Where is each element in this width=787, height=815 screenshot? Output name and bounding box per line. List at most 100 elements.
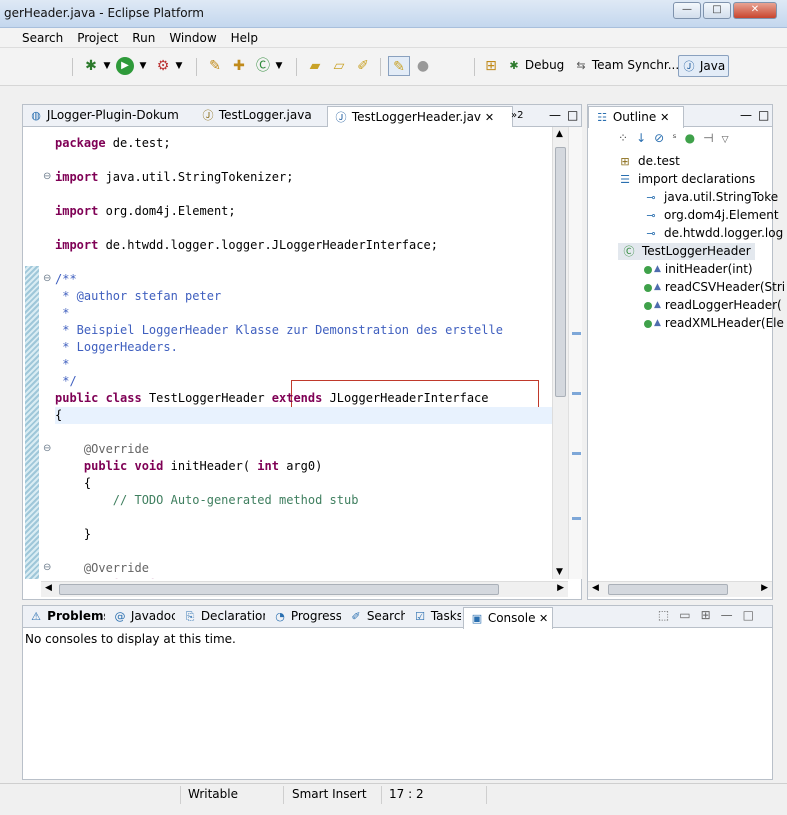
perspective-debug[interactable]: ✱ Debug bbox=[504, 55, 567, 75]
view-menu-icon[interactable]: ▽ bbox=[722, 135, 737, 145]
editor-horizontal-scrollbar[interactable]: ◀ ▶ bbox=[41, 581, 568, 597]
perspective-java[interactable]: Ⓙ Java bbox=[678, 55, 730, 77]
code-line[interactable]: /** bbox=[55, 271, 77, 288]
tab-outline[interactable]: ☷ Outline ✕ bbox=[588, 106, 684, 128]
fold-toggle-icon[interactable]: ⊖ bbox=[43, 273, 51, 284]
code-line[interactable]: import java.util.StringTokenizer; bbox=[55, 169, 293, 186]
maximize-view-icon[interactable]: □ bbox=[743, 608, 764, 622]
perspective-team-sync[interactable]: ⇆ Team Synchr... bbox=[571, 55, 682, 75]
outline-item[interactable]: Ⓒ TestLoggerHeader bbox=[618, 243, 755, 260]
open-folder-icon[interactable]: ▱ bbox=[328, 56, 350, 76]
close-tab-icon[interactable]: ✕ bbox=[660, 111, 669, 124]
new-java-project-icon[interactable]: ✎ bbox=[204, 56, 226, 76]
menu-window[interactable]: Window bbox=[169, 31, 216, 45]
tab-progress[interactable]: ◔ Progress bbox=[267, 606, 341, 628]
external-tools-icon[interactable]: ⚙ bbox=[152, 56, 174, 76]
tab-console[interactable]: ▣ Console ✕ bbox=[463, 607, 553, 629]
tab-problems[interactable]: ⚠ Problems bbox=[23, 606, 105, 628]
minimize-view-icon[interactable]: — bbox=[543, 105, 561, 127]
code-line[interactable]: * bbox=[55, 305, 69, 322]
maximize-button[interactable]: □ bbox=[703, 2, 731, 19]
minimize-view-icon[interactable]: — bbox=[721, 608, 743, 622]
code-line[interactable]: // TODO Auto-generated method stub bbox=[55, 492, 359, 509]
chevron-down-icon[interactable]: ▼ bbox=[102, 56, 112, 76]
code-area[interactable]: package de.test; import java.util.StringT… bbox=[23, 127, 574, 579]
open-type-icon[interactable]: ▰ bbox=[304, 56, 326, 76]
tab-testloggerheader[interactable]: Ⓙ TestLoggerHeader.jav ✕ bbox=[327, 106, 513, 128]
hide-local-types-icon[interactable]: ⊣ bbox=[703, 131, 721, 145]
display-console-icon[interactable]: ▭ bbox=[679, 608, 700, 622]
outline-item[interactable]: ▲ readLoggerHeader( bbox=[644, 297, 782, 314]
chevron-down-icon[interactable]: ▼ bbox=[174, 56, 184, 76]
debug-icon[interactable]: ✱ bbox=[80, 56, 102, 76]
chevron-down-icon[interactable]: ▼ bbox=[274, 56, 284, 76]
hide-nonpublic-icon[interactable]: ● bbox=[685, 131, 703, 145]
new-class-icon[interactable]: Ⓒ bbox=[252, 56, 274, 76]
sort-icon[interactable]: ↓ bbox=[636, 131, 654, 145]
minimize-view-icon[interactable]: — bbox=[734, 105, 752, 127]
code-line[interactable]: @Override bbox=[55, 441, 149, 458]
close-button[interactable]: ✕ bbox=[733, 2, 777, 19]
code-line[interactable]: { bbox=[55, 407, 62, 424]
code-line[interactable]: package de.test; bbox=[55, 135, 171, 152]
outline-item[interactable]: ▲ initHeader(int) bbox=[644, 261, 753, 278]
menu-help[interactable]: Help bbox=[231, 31, 258, 45]
outline-item[interactable]: ⊸ java.util.StringToke bbox=[644, 189, 778, 206]
menu-project[interactable]: Project bbox=[77, 31, 118, 45]
tab-javadoc[interactable]: @ Javadoc bbox=[107, 606, 176, 628]
new-package-icon[interactable]: ✚ bbox=[228, 56, 250, 76]
chevron-down-icon[interactable]: ▼ bbox=[138, 56, 148, 76]
tab-testlogger[interactable]: Ⓙ TestLogger.java bbox=[195, 105, 325, 127]
search-tool-icon[interactable]: ✐ bbox=[352, 56, 374, 76]
open-console-icon[interactable]: ⊞ bbox=[701, 608, 721, 622]
code-line[interactable]: import org.dom4j.Element; bbox=[55, 203, 236, 220]
editor-vertical-scrollbar[interactable]: ▲ ▼ bbox=[552, 127, 568, 579]
maximize-view-icon[interactable]: □ bbox=[752, 105, 770, 127]
code-line[interactable]: * @author stefan peter bbox=[55, 288, 221, 305]
code-line[interactable]: public class TestLoggerHeader extends JL… bbox=[55, 390, 489, 407]
scroll-thumb[interactable] bbox=[608, 584, 728, 595]
outline-horizontal-scrollbar[interactable]: ◀ ▶ bbox=[588, 581, 772, 597]
tab-declaration[interactable]: ⎘ Declaration bbox=[177, 606, 265, 628]
menu-search[interactable]: Search bbox=[22, 31, 63, 45]
minimize-button[interactable]: — bbox=[673, 2, 701, 19]
maximize-view-icon[interactable]: □ bbox=[561, 105, 579, 127]
code-line[interactable]: public void initHeader( int arg0) bbox=[55, 458, 322, 475]
tab-search[interactable]: ✐ Search bbox=[343, 606, 405, 628]
fold-toggle-icon[interactable]: ⊖ bbox=[43, 562, 51, 573]
outline-item[interactable]: ☰ import declarations bbox=[618, 171, 755, 188]
code-line[interactable]: */ bbox=[55, 373, 76, 390]
menu-run[interactable]: Run bbox=[132, 31, 155, 45]
collapse-all-icon[interactable]: ⁘ bbox=[618, 131, 636, 145]
code-line[interactable]: * bbox=[55, 356, 69, 373]
tab-jlogger-plugin-doc[interactable]: ◍ JLogger-Plugin-Dokum bbox=[23, 105, 193, 127]
code-line[interactable]: * Beispiel LoggerHeader Klasse zur Demon… bbox=[55, 322, 503, 339]
code-line[interactable]: } bbox=[55, 526, 91, 543]
toggle-mark-occurrences-icon[interactable]: ✎ bbox=[388, 56, 410, 76]
outline-item[interactable]: ▲ readXMLHeader(Ele bbox=[644, 315, 784, 332]
close-tab-icon[interactable]: ✕ bbox=[485, 111, 494, 124]
scroll-thumb[interactable] bbox=[59, 584, 499, 595]
tab-overflow[interactable]: »2 bbox=[505, 105, 535, 127]
close-tab-icon[interactable]: ✕ bbox=[535, 612, 548, 625]
outline-item[interactable]: ▲ readCSVHeader(Stri bbox=[644, 279, 785, 296]
fold-toggle-icon[interactable]: ⊖ bbox=[43, 171, 51, 182]
scroll-thumb[interactable] bbox=[555, 147, 566, 397]
outline-item[interactable]: ⊞ de.test bbox=[618, 153, 679, 170]
hide-static-icon[interactable]: ˢ bbox=[672, 131, 684, 145]
hide-fields-icon[interactable]: ⊘ bbox=[654, 131, 672, 145]
code-line[interactable]: import de.htwdd.logger.logger.JLoggerHea… bbox=[55, 237, 438, 254]
outline-item[interactable]: ⊸ de.htwdd.logger.log bbox=[644, 225, 783, 242]
outline-item[interactable]: ⊸ org.dom4j.Element bbox=[644, 207, 778, 224]
code-line[interactable]: { bbox=[55, 475, 91, 492]
run-icon[interactable]: ▶ bbox=[116, 57, 134, 75]
toggle-block-selection-icon[interactable]: ● bbox=[412, 56, 434, 76]
overview-ruler[interactable] bbox=[568, 127, 582, 579]
tab-tasks[interactable]: ☑ Tasks bbox=[407, 606, 461, 628]
open-perspective-icon[interactable]: ⊞ bbox=[484, 56, 498, 76]
code-line[interactable]: @Override bbox=[55, 560, 149, 577]
code-line[interactable]: * LoggerHeaders. bbox=[55, 339, 178, 356]
code-line[interactable]: public void readCSVHeader(StringTokenize… bbox=[55, 577, 510, 579]
pin-console-icon[interactable]: ⬚ bbox=[658, 608, 679, 622]
fold-toggle-icon[interactable]: ⊖ bbox=[43, 443, 51, 454]
